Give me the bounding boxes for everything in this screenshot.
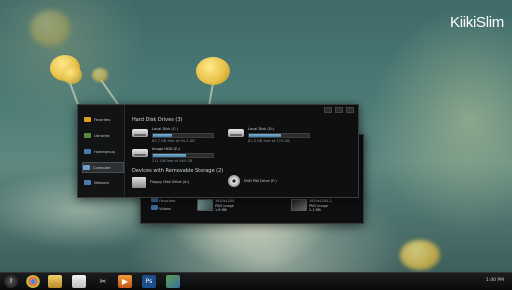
control-panel-icon[interactable] bbox=[166, 275, 180, 288]
drive-item-floppy[interactable]: Floppy Disk Drive (A:) bbox=[132, 177, 189, 188]
drive-item-d[interactable]: Local Disk (D:) 81.0 GB free of 174 GB bbox=[228, 127, 310, 144]
drive-name: Local Disk (C:) bbox=[152, 127, 178, 131]
nav-item-favorites[interactable]: Favorites bbox=[151, 197, 175, 205]
file-thumbnail[interactable] bbox=[291, 199, 307, 211]
hard-drive-icon bbox=[228, 129, 244, 137]
homegroup-icon bbox=[84, 149, 91, 154]
media-player-icon[interactable]: ▶ bbox=[118, 275, 132, 288]
navigation-pane: Favorites Libraries Homegroup Computer N… bbox=[78, 105, 125, 197]
drive-name: Floppy Disk Drive (A:) bbox=[150, 180, 190, 184]
nav-item-homegroup[interactable]: Homegroup bbox=[84, 147, 122, 156]
brand-logo-text: KiikiSlim bbox=[450, 14, 504, 31]
nav-item-computer[interactable]: Computer bbox=[82, 162, 124, 173]
drive-item-c[interactable]: Local Disk (C:) 63.7 GB free of 94.3 GB bbox=[132, 127, 214, 144]
drive-item-dvd[interactable]: DVD RW Drive (F:) bbox=[228, 175, 277, 187]
section-header-hard-disk-drives: Hard Disk Drives (3) bbox=[132, 117, 183, 123]
nav-item-libraries[interactable]: Libraries bbox=[84, 131, 122, 140]
flower-bud bbox=[196, 57, 230, 85]
flower-bud bbox=[30, 10, 70, 46]
libraries-icon bbox=[84, 133, 91, 138]
flower-bud bbox=[62, 66, 82, 84]
floppy-drive-icon bbox=[132, 177, 146, 188]
tools-icon[interactable]: ✂ bbox=[96, 275, 110, 288]
nav-item-network[interactable]: Network bbox=[84, 178, 122, 187]
drive-usage-bar bbox=[152, 153, 214, 158]
drive-usage-bar bbox=[152, 133, 214, 138]
start-icon: ? bbox=[9, 278, 13, 285]
star-icon bbox=[84, 117, 91, 122]
drive-name: Local Disk (D:) bbox=[248, 127, 275, 131]
chrome-icon[interactable] bbox=[26, 275, 40, 288]
file-item[interactable]: 1920x1200-2 PNG image 2.1 MB bbox=[309, 199, 332, 213]
file-item[interactable]: 1920x1200 PNG image 1.6 MB bbox=[215, 199, 234, 213]
drive-free-space: 211 GB free of 465 GB bbox=[152, 159, 193, 163]
network-icon bbox=[84, 180, 91, 185]
taskbar: ? ✂ ▶ Ps 1:40 PM bbox=[0, 272, 512, 290]
start-button[interactable]: ? bbox=[4, 275, 18, 288]
hard-drive-icon bbox=[132, 129, 148, 137]
drive-name: DVD RW Drive (F:) bbox=[244, 179, 277, 183]
videos-icon bbox=[151, 205, 158, 210]
file-thumbnail[interactable] bbox=[197, 199, 213, 211]
hard-drive-icon bbox=[132, 149, 148, 157]
close-button[interactable] bbox=[346, 107, 354, 113]
computer-icon bbox=[83, 165, 90, 170]
photoshop-icon[interactable]: Ps bbox=[142, 275, 156, 288]
system-clock[interactable]: 1:40 PM bbox=[486, 278, 504, 283]
flower-bud bbox=[92, 68, 108, 82]
minimize-button[interactable] bbox=[324, 107, 332, 113]
explorer-icon[interactable] bbox=[48, 275, 62, 288]
drive-item-e[interactable]: Image HDD (E:) 211 GB free of 465 GB bbox=[132, 147, 214, 164]
nav-item-videos[interactable]: Videos bbox=[151, 205, 175, 213]
nav-item-favorites[interactable]: Favorites bbox=[84, 115, 122, 124]
drive-usage-bar bbox=[248, 133, 310, 138]
drive-name: Image HDD (E:) bbox=[152, 147, 181, 151]
flower-bud bbox=[400, 240, 440, 270]
dvd-drive-icon bbox=[228, 175, 240, 187]
window-controls[interactable] bbox=[324, 107, 354, 113]
drive-free-space: 63.7 GB free of 94.3 GB bbox=[152, 139, 195, 143]
maximize-button[interactable] bbox=[335, 107, 343, 113]
drive-free-space: 81.0 GB free of 174 GB bbox=[248, 139, 290, 143]
section-header-removable-storage: Devices with Removable Storage (2) bbox=[132, 168, 224, 174]
explorer-window-computer[interactable]: Favorites Libraries Homegroup Computer N… bbox=[77, 104, 359, 198]
notepad-icon[interactable] bbox=[72, 275, 86, 288]
